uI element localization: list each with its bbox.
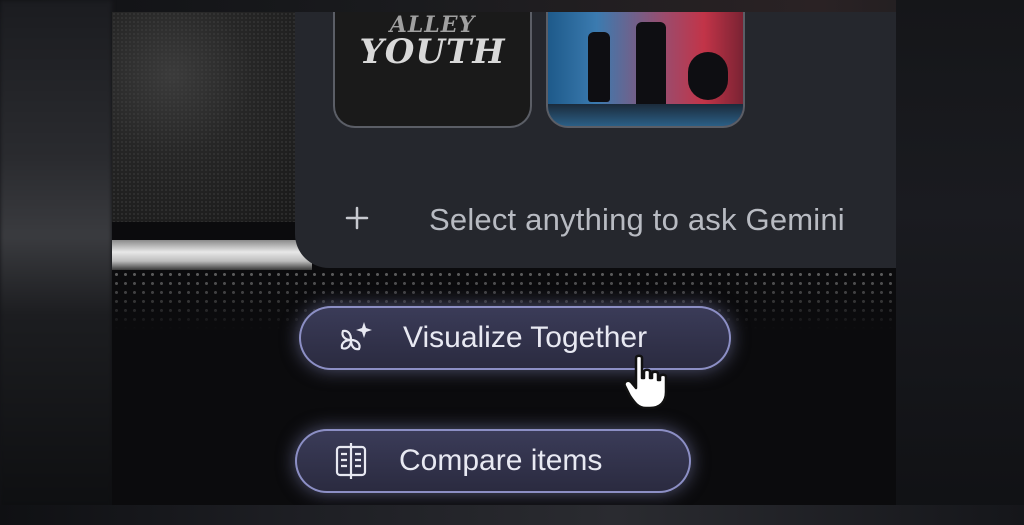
bottom-letterbox bbox=[0, 505, 1024, 525]
drum-kit-silhouette bbox=[688, 52, 728, 100]
concert-thumbnail[interactable] bbox=[546, 12, 745, 128]
compare-items-button[interactable]: Compare items bbox=[295, 429, 691, 493]
phone-screen: ALLEY YOUTH Select anything to ask Gemin… bbox=[112, 12, 896, 505]
album-title-line-2: YOUTH bbox=[359, 32, 506, 72]
gemini-panel: ALLEY YOUTH Select anything to ask Gemin… bbox=[295, 12, 896, 268]
singer-silhouette bbox=[588, 32, 610, 102]
guitarist-silhouette bbox=[636, 22, 666, 112]
background-photo bbox=[112, 12, 312, 222]
stage-floor bbox=[548, 104, 743, 126]
hand-pointer-icon bbox=[622, 354, 674, 410]
ask-gemini-row[interactable]: Select anything to ask Gemini bbox=[295, 202, 896, 246]
visualize-together-label: Visualize Together bbox=[403, 321, 648, 354]
sparkle-flower-icon bbox=[333, 316, 377, 360]
ask-gemini-prompt[interactable]: Select anything to ask Gemini bbox=[429, 202, 845, 238]
top-letterbox bbox=[0, 0, 1024, 12]
background-highlight bbox=[112, 240, 312, 270]
plus-icon[interactable] bbox=[343, 204, 371, 232]
left-blur-edge bbox=[0, 0, 112, 525]
compare-items-label: Compare items bbox=[399, 444, 603, 477]
video-frame: ALLEY YOUTH Select anything to ask Gemin… bbox=[0, 0, 1024, 525]
right-blur-edge bbox=[896, 0, 1024, 525]
album-thumbnail[interactable]: ALLEY YOUTH bbox=[333, 12, 532, 128]
compare-book-icon bbox=[329, 439, 373, 483]
